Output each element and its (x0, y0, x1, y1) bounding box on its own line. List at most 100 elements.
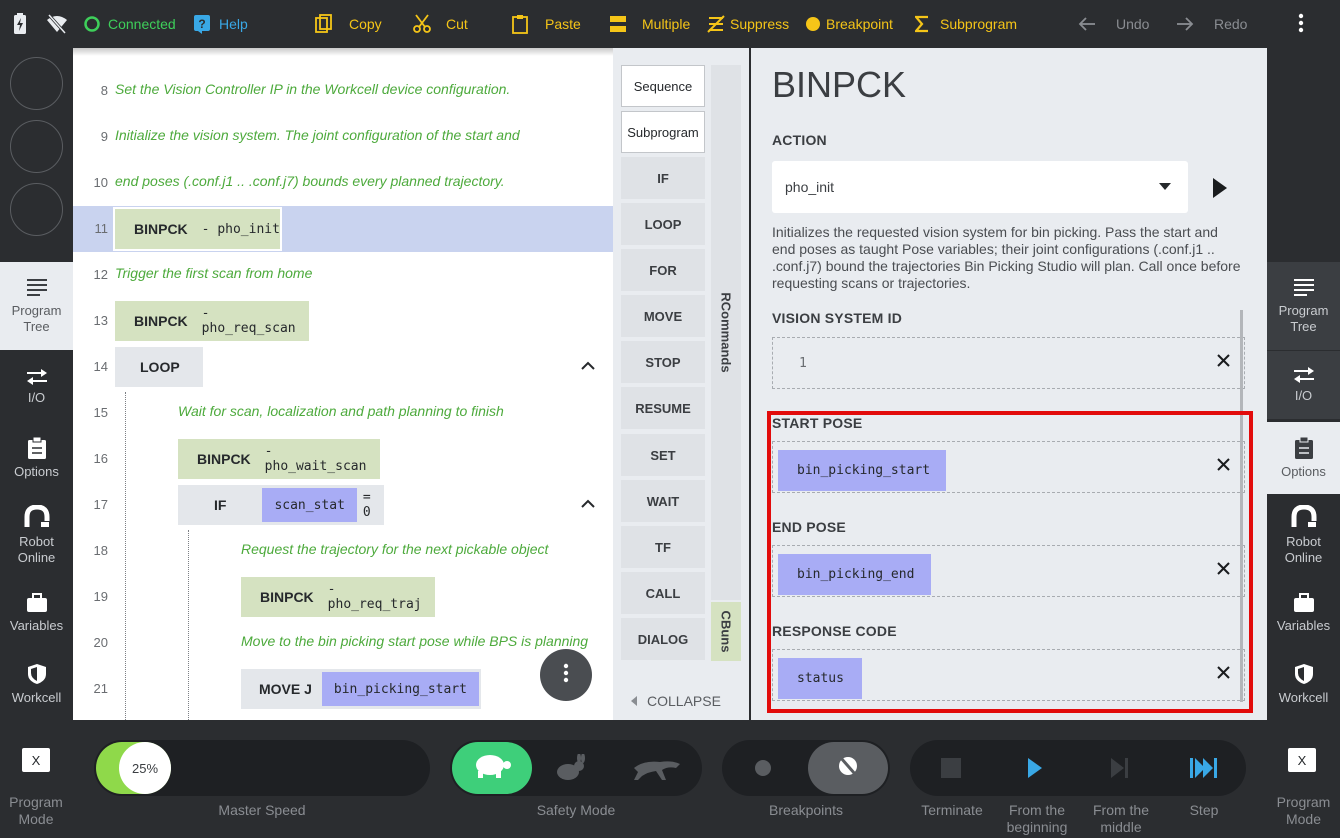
subprogram-button[interactable]: Subprogram (915, 0, 1017, 48)
action-dropdown[interactable]: pho_init (772, 161, 1188, 213)
vision-system-field[interactable]: 1 (772, 337, 1245, 389)
nav-label: Options (14, 463, 59, 479)
move-block[interactable]: MOVE J bin_picking_start (241, 669, 481, 709)
cmd-sequence[interactable]: Sequence (621, 65, 705, 107)
program-line-selected[interactable]: 11 BINPCK - pho_init (73, 206, 613, 252)
program-line[interactable]: 14 LOOP (73, 344, 613, 390)
tab-cbuns[interactable]: CBuns (711, 602, 741, 661)
breakpoints-toggle[interactable] (722, 740, 890, 796)
binpck-block[interactable]: BINPCK - pho_req_traj (241, 577, 435, 617)
chevron-up-icon[interactable] (581, 496, 595, 514)
more-actions-fab[interactable] (540, 649, 592, 701)
program-line[interactable]: 12 Trigger the first scan from home (73, 252, 613, 298)
suppress-button[interactable]: Suppress (706, 0, 789, 48)
program-line[interactable]: 8 Set the Vision Controller IP in the Wo… (73, 68, 613, 114)
cmd-call[interactable]: CALL (621, 572, 705, 614)
master-speed-slider[interactable]: 25% (94, 740, 430, 796)
nav-options[interactable]: Options (1267, 422, 1340, 494)
cmd-wait[interactable]: WAIT (621, 480, 705, 522)
cut-button[interactable]: Cut (412, 0, 468, 48)
connected-icon (84, 16, 100, 32)
redo-button[interactable]: Redo (1176, 0, 1247, 48)
program-mode-left-button[interactable]: X (22, 748, 50, 772)
program-line[interactable]: 20 Move to the bin picking start pose wh… (73, 620, 613, 666)
speed-knob[interactable]: 25% (119, 742, 171, 794)
chevron-up-icon[interactable] (581, 358, 595, 376)
program-line[interactable]: 18 Request the trajectory for the next p… (73, 528, 613, 574)
program-line[interactable]: 21 MOVE J bin_picking_start (73, 666, 613, 712)
binpck-block[interactable]: BINPCK - pho_wait_scan (178, 439, 380, 479)
clear-icon[interactable] (1217, 354, 1230, 372)
breakpoints-off-option[interactable] (808, 742, 888, 794)
nav-workcell[interactable]: Workcell (0, 652, 73, 716)
nav-workcell[interactable]: Workcell (1267, 652, 1340, 716)
loop-block[interactable]: LOOP (115, 347, 203, 387)
copy-button[interactable]: Copy (315, 0, 382, 48)
variable-chip[interactable]: scan_stat (262, 488, 357, 522)
connection-status[interactable]: Connected (84, 0, 176, 48)
nav-io[interactable]: I/O (0, 353, 73, 421)
program-line[interactable]: 13 BINPCK - pho_req_scan (73, 298, 613, 344)
program-line[interactable]: 17 IF scan_stat = 0 (73, 482, 613, 528)
jog-circle-button[interactable] (10, 183, 63, 236)
nav-label: I/O (1294, 387, 1313, 403)
top-toolbar: Connected ? Help Copy Cut Paste Multiple… (0, 0, 1340, 48)
run-action-play-icon[interactable] (1213, 178, 1227, 198)
safety-medium-option[interactable] (552, 753, 588, 787)
step-icon[interactable] (1190, 758, 1218, 783)
safety-slow-option[interactable] (452, 742, 532, 794)
collapse-button[interactable]: COLLAPSE (631, 693, 721, 709)
nav-variables[interactable]: Variables (0, 582, 73, 644)
cmd-move[interactable]: MOVE (621, 295, 705, 337)
program-line[interactable]: 16 BINPCK - pho_wait_scan (73, 436, 613, 482)
binpck-block[interactable]: BINPCK - pho_req_scan (115, 301, 309, 341)
play-from-beginning-icon[interactable] (1028, 758, 1042, 778)
breakpoints-on-icon[interactable] (755, 760, 771, 776)
program-line[interactable]: 19 BINPCK - pho_req_traj (73, 574, 613, 620)
paste-button[interactable]: Paste (511, 0, 581, 48)
program-editor[interactable]: 8 Set the Vision Controller IP in the Wo… (73, 48, 613, 720)
program-line[interactable]: 9 Initialize the vision system. The join… (73, 114, 613, 160)
jog-circle-button[interactable] (10, 57, 63, 110)
jog-circle-button[interactable] (10, 120, 63, 173)
collapse-label: COLLAPSE (647, 693, 721, 709)
more-menu-button[interactable] (1298, 0, 1304, 48)
cmd-stop[interactable]: STOP (621, 341, 705, 383)
breakpoint-button[interactable]: Breakpoint (806, 0, 893, 48)
help-button[interactable]: ? Help (193, 0, 248, 48)
nav-robot-online[interactable]: Robot Online (1267, 496, 1340, 574)
line-number: 13 (93, 313, 108, 328)
nav-label: Options (1281, 463, 1326, 479)
nav-robot-online[interactable]: Robot Online (0, 496, 73, 574)
cmd-resume[interactable]: RESUME (621, 387, 705, 429)
clipboard-icon (511, 14, 529, 34)
play-from-middle-icon[interactable] (1110, 758, 1130, 783)
nav-variables[interactable]: Variables (1267, 582, 1340, 644)
binpck-block[interactable]: BINPCK - pho_init (113, 207, 282, 251)
variable-chip[interactable]: bin_picking_start (321, 672, 479, 706)
cmd-tf[interactable]: TF (621, 526, 705, 568)
cmd-if[interactable]: IF (621, 157, 705, 199)
nav-program-tree[interactable]: Program Tree (1267, 262, 1340, 350)
undo-label: Undo (1116, 16, 1150, 32)
program-line[interactable]: 10 end poses (.conf.j1 .. .conf.j7) boun… (73, 160, 613, 206)
cmd-set[interactable]: SET (621, 434, 705, 476)
undo-button[interactable]: Undo (1078, 0, 1149, 48)
cmd-loop[interactable]: LOOP (621, 203, 705, 245)
terminate-stop-icon[interactable] (941, 758, 961, 778)
cmd-subprogram[interactable]: Subprogram (621, 111, 705, 153)
safety-fast-option[interactable] (632, 754, 684, 787)
if-block[interactable]: IF scan_stat = 0 (178, 485, 384, 525)
cmd-dialog[interactable]: DIALOG (621, 618, 705, 660)
cmd-for[interactable]: FOR (621, 249, 705, 291)
nav-program-tree[interactable]: Program Tree (0, 262, 73, 350)
nav-io[interactable]: I/O (1267, 351, 1340, 419)
from-beginning-label: From the beginning (1006, 802, 1068, 835)
program-line[interactable]: 15 Wait for scan, localization and path … (73, 390, 613, 436)
clipboard-icon (27, 436, 47, 459)
tab-rcommands[interactable]: RCommands (711, 65, 741, 600)
safety-mode-selector[interactable] (450, 740, 702, 796)
program-mode-right-button[interactable]: X (1288, 748, 1316, 772)
multiple-button[interactable]: Multiple (609, 0, 690, 48)
nav-options[interactable]: Options (0, 424, 73, 492)
